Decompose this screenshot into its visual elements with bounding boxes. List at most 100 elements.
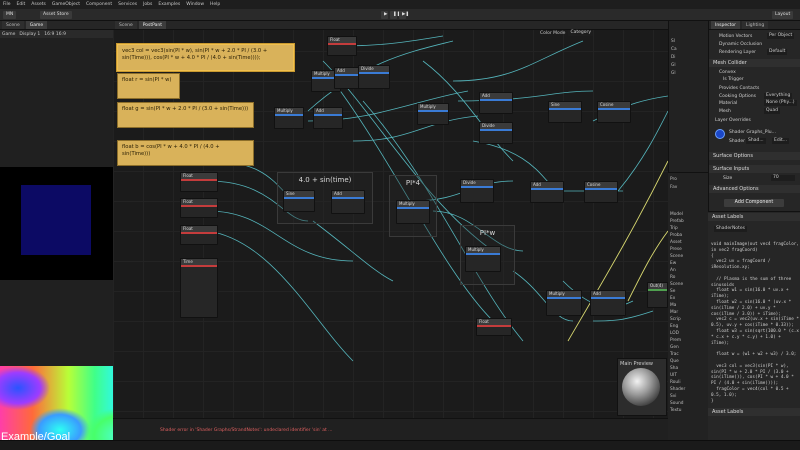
mesh-field[interactable]: Quad — [764, 108, 781, 114]
hierarchy-item[interactable]: Gl — [671, 71, 676, 76]
motion-vectors-dropdown[interactable]: Per Object — [767, 33, 795, 39]
surface-options-header[interactable]: Surface Options — [709, 152, 800, 160]
tab-scene[interactable]: Scene — [2, 21, 24, 29]
add-node[interactable]: Add — [590, 290, 626, 316]
sticky-note-r[interactable]: float r = sin(PI * w) — [117, 73, 180, 99]
divide-node[interactable]: Divide — [358, 65, 390, 89]
project-item[interactable]: Se — [670, 289, 675, 294]
shader-dropdown[interactable]: Shad... — [746, 138, 766, 144]
menu-examples[interactable]: Examples — [158, 2, 180, 7]
console-error-message[interactable]: Shader error in 'Shader Graphs/StrandNot… — [160, 428, 332, 433]
project-item[interactable]: Pro — [670, 177, 677, 182]
project-item[interactable]: LOD — [670, 331, 679, 336]
sine-node[interactable]: Sine — [548, 101, 582, 123]
float-node[interactable]: Float — [180, 172, 218, 192]
rendering-layer-dropdown[interactable]: Default — [767, 49, 788, 55]
project-item[interactable]: Textu — [670, 408, 681, 413]
display-number-dropdown[interactable]: Display 1 — [19, 32, 40, 37]
asset-file-name[interactable]: ShaderNotes — [714, 226, 747, 232]
project-item[interactable]: Scene — [670, 254, 683, 259]
game-display-dropdown[interactable]: Game — [2, 32, 15, 37]
menu-gameobject[interactable]: GameObject — [52, 2, 80, 7]
project-item[interactable]: Prese — [670, 247, 682, 252]
tab-postpant[interactable]: PostPant — [138, 21, 167, 29]
add-node[interactable]: Add — [313, 107, 343, 129]
float-node[interactable]: Float — [327, 36, 357, 56]
sticky-note-g[interactable]: float g = sin(PI * w + 2.0 * PI / (3.0 +… — [117, 102, 254, 128]
project-item[interactable]: Mar — [670, 310, 678, 315]
project-item[interactable]: Que — [670, 359, 679, 364]
project-item[interactable]: Fav — [670, 185, 677, 190]
aspect-dropdown[interactable]: 16:9 16:9 — [44, 32, 66, 37]
preview-sphere[interactable] — [622, 368, 660, 406]
multiply-node[interactable]: Multiply — [465, 246, 501, 272]
project-item[interactable]: Scene — [670, 282, 683, 287]
multiply-node[interactable]: Multiply — [396, 200, 430, 224]
project-item[interactable]: Ex — [670, 296, 675, 301]
hierarchy-item[interactable]: Sl — [671, 39, 675, 44]
multiply-node[interactable]: Multiply — [417, 103, 449, 125]
project-item[interactable]: Prefab — [670, 219, 684, 224]
play-icon[interactable]: ▶ — [381, 11, 388, 19]
sticky-note-col[interactable]: vec3 col = vec3(sin(PI * w), sin(PI * w … — [117, 44, 294, 71]
layer-overrides-label[interactable]: Layer Overrides — [715, 118, 751, 123]
menu-edit[interactable]: Edit — [17, 2, 26, 7]
step-icon[interactable]: ▶❚ — [399, 11, 409, 19]
project-item[interactable]: Svi — [670, 394, 676, 399]
project-item[interactable]: Scrip — [670, 317, 681, 322]
tab-lighting[interactable]: Lighting — [742, 21, 769, 29]
project-item[interactable]: Trac — [670, 352, 679, 357]
hierarchy-item[interactable]: Gl — [671, 63, 676, 68]
menu-component[interactable]: Component — [86, 2, 112, 7]
advanced-options-header[interactable]: Advanced Options — [709, 185, 800, 193]
pause-icon[interactable]: ❚❚ — [390, 11, 401, 19]
project-item[interactable]: Sha — [670, 366, 678, 371]
tab-game[interactable]: Game — [25, 21, 48, 29]
menu-jobs[interactable]: Jobs — [143, 2, 152, 7]
menu-services[interactable]: Services — [118, 2, 137, 7]
combine-node[interactable]: Out(4) — [647, 282, 668, 308]
float-node[interactable]: Float — [476, 318, 512, 336]
account-button[interactable]: MN — [3, 11, 17, 19]
sine-node[interactable]: Sine — [283, 190, 315, 212]
project-item[interactable]: Trip — [670, 226, 678, 231]
add-node[interactable]: Add — [479, 92, 513, 114]
material-field[interactable]: None (Phy...) — [764, 100, 797, 106]
surface-inputs-header[interactable]: Surface Inputs — [709, 165, 800, 173]
multiply-node[interactable]: Multiply — [546, 290, 582, 316]
multiply-node[interactable]: Multiply — [274, 107, 304, 129]
menu-window[interactable]: Window — [186, 2, 204, 7]
divide-node[interactable]: Divide — [460, 179, 494, 203]
tab-inspector[interactable]: Inspector — [711, 21, 740, 29]
project-item[interactable]: Model — [670, 212, 683, 217]
cosine-node[interactable]: Cosine — [584, 181, 618, 203]
category-dropdown[interactable]: Category — [568, 30, 594, 36]
cooking-options-dropdown[interactable]: Everything — [764, 93, 793, 99]
add-node[interactable]: Add — [530, 181, 564, 203]
size-field[interactable]: 70 — [771, 175, 795, 181]
project-item[interactable]: Ro — [670, 275, 675, 280]
project-item[interactable]: Eng — [670, 324, 678, 329]
project-item[interactable]: Shader — [670, 387, 685, 392]
cosine-node[interactable]: Cosine — [597, 101, 631, 123]
sticky-note-b[interactable]: float b = cos(PI * w + 4.0 * PI / (4.0 +… — [117, 140, 254, 166]
project-item[interactable]: UIT — [670, 373, 677, 378]
tab-scene-graph[interactable]: Scene — [115, 21, 137, 29]
project-item[interactable]: Asset — [670, 240, 682, 245]
add-node[interactable]: Add — [331, 190, 365, 214]
asset-store-button[interactable]: Asset Store — [40, 11, 72, 19]
project-item[interactable]: Gen — [670, 345, 679, 350]
divide-node[interactable]: Divide — [479, 122, 513, 144]
menu-assets[interactable]: Assets — [31, 2, 46, 7]
hierarchy-item[interactable]: Di — [671, 55, 676, 60]
project-item[interactable]: Prem — [670, 338, 681, 343]
edit-shader-button[interactable]: Edit... — [772, 138, 790, 144]
menu-file[interactable]: File — [3, 2, 11, 7]
project-item[interactable]: Ew — [670, 261, 676, 266]
float-node[interactable]: Float — [180, 225, 218, 245]
layout-dropdown[interactable]: Layout — [772, 11, 794, 19]
time-node[interactable]: Time — [180, 258, 218, 318]
project-item[interactable]: Sound — [670, 401, 684, 406]
menu-help[interactable]: Help — [210, 2, 220, 7]
project-item[interactable]: Ma — [670, 303, 676, 308]
